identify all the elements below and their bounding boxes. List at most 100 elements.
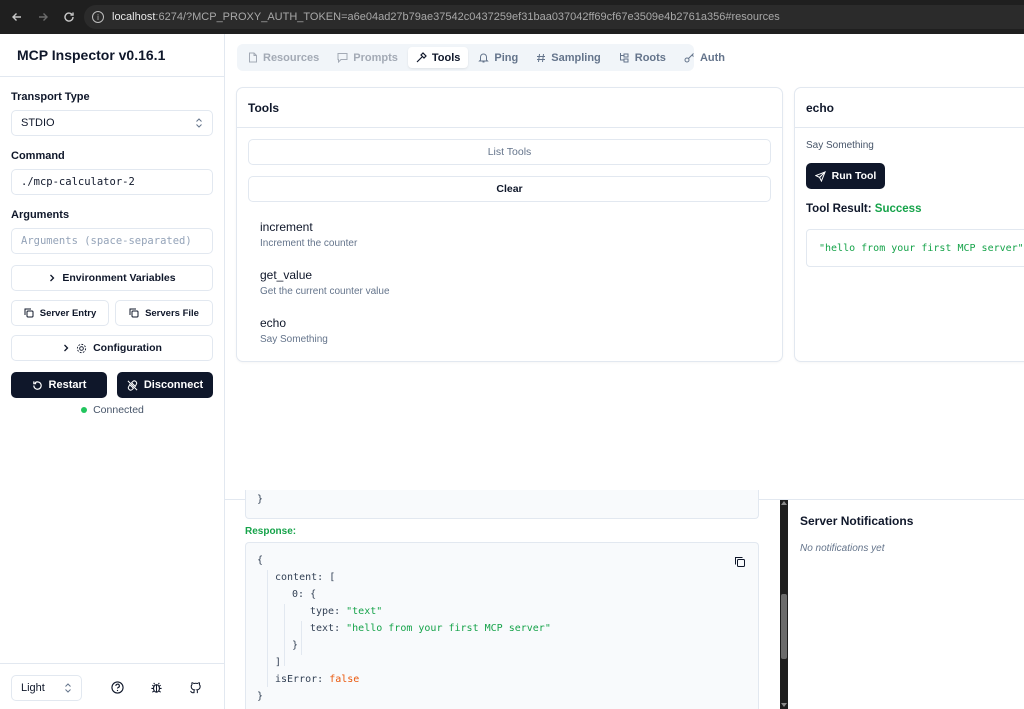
disconnect-label: Disconnect bbox=[143, 379, 204, 391]
theme-select[interactable]: Light bbox=[11, 675, 82, 701]
arguments-input[interactable]: Arguments (space-separated) bbox=[11, 228, 213, 254]
transport-type-label: Transport Type bbox=[11, 91, 90, 103]
gear-icon bbox=[76, 343, 87, 353]
server-entry-label: Server Entry bbox=[39, 307, 97, 319]
tab-roots[interactable]: Roots bbox=[611, 47, 674, 68]
tool-description: Increment the counter bbox=[260, 238, 358, 249]
tool-result-text: "hello from your first MCP server" bbox=[819, 242, 1024, 254]
tool-description: Get the current counter value bbox=[260, 286, 390, 297]
tool-name: echo bbox=[260, 316, 287, 330]
tool-item[interactable]: get_value Get the current counter value bbox=[260, 268, 390, 297]
tab-resources[interactable]: Resources bbox=[240, 47, 327, 68]
back-icon[interactable] bbox=[6, 6, 28, 28]
tab-sampling-label: Sampling bbox=[551, 51, 601, 64]
clear-label: Clear bbox=[496, 183, 523, 195]
tab-tools-label: Tools bbox=[431, 51, 461, 64]
tab-prompts-label: Prompts bbox=[353, 51, 398, 64]
configuration-button[interactable]: Configuration bbox=[11, 335, 213, 361]
json-string: "text" bbox=[346, 606, 383, 617]
tab-roots-label: Roots bbox=[634, 51, 666, 64]
request-closing-brace: } bbox=[257, 494, 264, 505]
json-string: "hello from your first MCP server" bbox=[346, 623, 551, 634]
list-tools-button[interactable]: List Tools bbox=[248, 139, 771, 165]
tab-prompts[interactable]: Prompts bbox=[329, 47, 406, 68]
json-key: type: bbox=[310, 606, 341, 617]
tool-name: increment bbox=[260, 220, 313, 234]
response-label: Response: bbox=[245, 526, 297, 537]
environment-variables-button[interactable]: Environment Variables bbox=[11, 265, 213, 291]
url-path: :6274/?MCP_PROXY_AUTH_TOKEN=a6e04ad27b79… bbox=[155, 11, 780, 23]
message-icon bbox=[337, 53, 348, 63]
tab-ping-label: Ping bbox=[494, 51, 519, 64]
server-entry-button[interactable]: Server Entry bbox=[11, 300, 109, 326]
tools-card: Tools List Tools Clear increment Increme… bbox=[236, 87, 783, 362]
tool-name: get_value bbox=[260, 268, 313, 282]
status-dot-icon bbox=[81, 407, 88, 413]
clear-button[interactable]: Clear bbox=[248, 176, 771, 202]
request-json-box: } bbox=[245, 490, 759, 519]
arguments-placeholder: Arguments (space-separated) bbox=[21, 235, 192, 247]
status-text: Connected bbox=[93, 404, 144, 416]
file-icon bbox=[249, 52, 257, 63]
help-icon[interactable] bbox=[110, 680, 124, 694]
chevron-up-down-icon bbox=[196, 118, 202, 128]
json-open-brace: { bbox=[257, 555, 264, 566]
tab-ping[interactable]: Ping bbox=[470, 47, 526, 68]
json-content-line: content: [ bbox=[275, 572, 335, 583]
restart-button[interactable]: Restart bbox=[11, 372, 107, 398]
json-key: content: bbox=[275, 572, 324, 583]
list-tools-label: List Tools bbox=[487, 146, 532, 158]
tab-tools[interactable]: Tools bbox=[407, 47, 469, 68]
json-key: isError: bbox=[275, 674, 324, 685]
chevron-up-down-icon bbox=[65, 683, 71, 693]
disconnect-button[interactable]: Disconnect bbox=[117, 372, 213, 398]
json-key: text: bbox=[310, 623, 341, 634]
notifications-empty-text: No notifications yet bbox=[800, 543, 885, 554]
history-scrollbar[interactable] bbox=[780, 500, 788, 709]
json-key: 0: bbox=[292, 589, 305, 600]
command-input[interactable]: ./mcp-calculator-2 bbox=[11, 169, 213, 195]
tab-resources-label: Resources bbox=[263, 51, 320, 64]
restart-icon bbox=[32, 380, 42, 390]
main-tabs: Resources Prompts Tools Ping Sampling Ro… bbox=[237, 44, 725, 71]
reload-icon[interactable] bbox=[58, 6, 80, 28]
tool-item[interactable]: echo Say Something bbox=[260, 316, 328, 345]
unplug-icon bbox=[127, 379, 138, 391]
app-title: MCP Inspector v0.16.1 bbox=[0, 34, 224, 77]
tool-item[interactable]: increment Increment the counter bbox=[260, 220, 357, 249]
server-notifications-panel: Server Notifications No notifications ye… bbox=[789, 500, 1024, 709]
transport-type-select[interactable]: STDIO bbox=[11, 110, 213, 136]
site-info-icon[interactable]: i bbox=[92, 11, 104, 23]
address-bar[interactable]: i localhost:6274/?MCP_PROXY_AUTH_TOKEN=a… bbox=[84, 5, 1024, 29]
send-icon bbox=[814, 170, 826, 182]
tool-result-label: Tool Result: bbox=[806, 203, 872, 215]
url-host: localhost bbox=[112, 11, 156, 23]
bug-icon[interactable] bbox=[149, 680, 163, 694]
command-value: ./mcp-calculator-2 bbox=[21, 176, 135, 188]
tool-detail-title: echo bbox=[795, 88, 1024, 128]
sidebar-footer: Light bbox=[0, 663, 225, 709]
folder-tree-icon bbox=[619, 53, 629, 63]
forward-icon[interactable] bbox=[32, 6, 54, 28]
arguments-label: Arguments bbox=[11, 209, 70, 221]
hash-icon bbox=[537, 53, 546, 62]
chevron-right-icon bbox=[50, 274, 55, 282]
json-type-line: type: "text" bbox=[310, 606, 382, 617]
scrollbar-thumb[interactable] bbox=[781, 594, 787, 659]
hammer-icon bbox=[416, 52, 427, 63]
response-json-box: { content: [ 0: { type: "text" text: "he… bbox=[245, 542, 759, 709]
json-bracket: [ bbox=[329, 572, 336, 583]
tool-result-output: "hello from your first MCP server" bbox=[806, 229, 1024, 267]
bell-icon bbox=[478, 53, 490, 63]
tab-sampling[interactable]: Sampling bbox=[528, 47, 609, 68]
tool-result-heading: Tool Result: Success bbox=[806, 203, 921, 215]
servers-file-label: Servers File bbox=[145, 307, 199, 319]
environment-variables-label: Environment Variables bbox=[62, 272, 176, 284]
servers-file-button[interactable]: Servers File bbox=[115, 300, 213, 326]
tab-auth[interactable]: Auth bbox=[676, 47, 733, 68]
github-icon[interactable] bbox=[188, 680, 202, 694]
tools-card-title: Tools bbox=[237, 88, 782, 128]
copy-icon[interactable] bbox=[734, 555, 746, 573]
run-tool-button[interactable]: Run Tool bbox=[806, 163, 885, 189]
configuration-label: Configuration bbox=[93, 342, 162, 354]
